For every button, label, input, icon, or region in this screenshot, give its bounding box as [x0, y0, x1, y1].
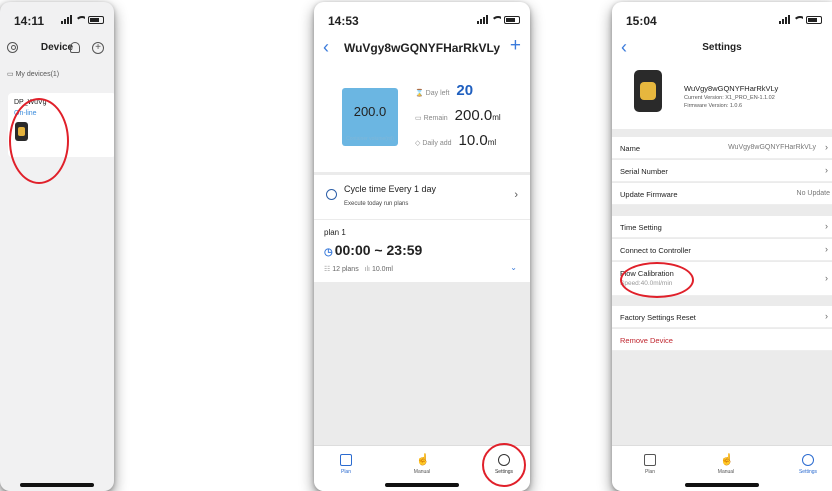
hand-icon: ☝ — [720, 454, 734, 466]
signal-icon — [779, 15, 790, 24]
cycle-title: Cycle time Every 1 day — [344, 184, 437, 194]
chevron-right-icon: › — [825, 244, 828, 254]
signal-icon — [61, 15, 72, 24]
drop-icon: ◇ — [415, 140, 421, 147]
nav-bar: ‹ Settings — [612, 36, 832, 60]
factory-reset-row[interactable]: Factory Settings Reset › — [612, 306, 832, 328]
my-devices-label: ▭ My devices(1) — [7, 71, 60, 78]
signal-icon — [477, 15, 488, 24]
device-info: WuVgy8wGQNYFHarRkVLy Current Version: X1… — [612, 60, 832, 129]
device-list-screen: 14:11 Device + ▭ My devices(1) DP_WuVg O… — [0, 2, 114, 491]
device-summary: 200.0 Container volume(ml) ⌛ Day left 20… — [314, 60, 530, 172]
chevron-down-icon[interactable]: ⌄ — [510, 263, 517, 272]
serial-number-row[interactable]: Serial Number › — [612, 160, 832, 182]
plan-time: ◷ 00:00 ~ 23:59 — [324, 242, 423, 258]
name-value: WuVgy8wGQNYFHarRkVLy — [728, 144, 816, 151]
tab-plan[interactable]: Plan — [630, 454, 670, 475]
remain-stat: ▭ Remain 200.0ml — [415, 107, 501, 124]
device-detail-screen: 14:53 ‹ WuVgy8wGQNYFHarRkVLy + 200.0 Con… — [314, 2, 530, 491]
clock-icon: ◷ — [324, 247, 333, 258]
wifi-icon — [793, 16, 803, 24]
page-title: WuVgy8wGQNYFHarRkVLy — [343, 41, 501, 55]
plan-title: plan 1 — [324, 228, 346, 237]
update-status: No Update — [796, 190, 830, 197]
battery-icon — [88, 16, 104, 24]
day-left-value: 20 — [456, 82, 474, 99]
plan-card[interactable]: plan 1 ◷ 00:00 ~ 23:59 ☷ 12 plans ılı 10.… — [314, 220, 530, 282]
tank-caption: Container volume(ml) — [346, 136, 394, 142]
hourglass-icon: ⌛ — [415, 90, 424, 97]
connect-controller-row[interactable]: Connect to Controller › — [612, 239, 832, 261]
home-indicator — [385, 483, 459, 487]
remain-value: 200.0 — [454, 107, 493, 124]
status-time: 14:53 — [328, 14, 359, 28]
chevron-right-icon: › — [825, 273, 828, 283]
firmware-version: Firmware Version: 1.0.6 — [684, 103, 743, 109]
clock-icon — [326, 189, 337, 200]
plan-icon — [340, 454, 352, 466]
status-bar: 15:04 — [612, 2, 832, 36]
chevron-right-icon: › — [825, 165, 828, 175]
day-left-stat: ⌛ Day left 20 — [415, 82, 474, 99]
chevron-right-icon: › — [514, 189, 518, 201]
dosing-pump-icon — [634, 70, 662, 112]
battery-icon — [504, 16, 520, 24]
settings-screen: 15:04 ‹ Settings WuVgy8wGQNYFHarRkVLy Cu… — [612, 2, 832, 491]
add-plan-icon[interactable]: + — [510, 36, 521, 55]
chevron-right-icon: › — [825, 311, 828, 321]
status-time: 14:11 — [14, 14, 45, 28]
tank-gauge: 200.0 Container volume(ml) — [342, 88, 398, 146]
header: Device + — [0, 36, 114, 60]
tank-value: 200.0 — [353, 104, 387, 119]
status-bar: 14:11 — [0, 2, 114, 36]
hand-icon: ☝ — [416, 454, 430, 466]
name-row[interactable]: Name WuVgy8wGQNYFHarRkVLy › — [612, 137, 832, 159]
home-indicator — [685, 483, 759, 487]
list-icon: ☷ — [324, 266, 331, 273]
tab-manual[interactable]: ☝ Manual — [706, 454, 746, 475]
remove-device-row[interactable]: Remove Device — [612, 329, 832, 351]
chevron-right-icon: › — [825, 221, 828, 231]
device-id: WuVgy8wGQNYFHarRkVLy — [684, 84, 779, 93]
highlight-circle — [482, 443, 526, 487]
container-icon: ▭ — [415, 115, 422, 122]
wifi-icon — [491, 16, 501, 24]
battery-icon — [806, 16, 822, 24]
tab-manual[interactable]: ☝ Manual — [402, 454, 442, 475]
add-device-icon[interactable]: + — [92, 42, 104, 54]
chevron-right-icon: › — [825, 142, 828, 152]
daily-add-stat: ◇ Daily add 10.0ml — [415, 132, 497, 149]
bar-icon: ılı — [364, 266, 370, 273]
current-version: Current Version: X1_PRO_EN-1.1.02 — [684, 95, 775, 101]
status-bar: 14:53 — [314, 2, 530, 36]
page-title: Settings — [702, 42, 742, 53]
plan-icon — [644, 454, 656, 466]
status-time: 15:04 — [626, 14, 657, 28]
gear-icon — [802, 454, 814, 466]
home-indicator — [20, 483, 94, 487]
update-firmware-row[interactable]: Update Firmware No Update — [612, 183, 832, 205]
cycle-subtitle: Execute today run plans — [344, 201, 409, 207]
highlight-circle — [620, 262, 694, 298]
daily-add-value: 10.0 — [458, 132, 488, 149]
cycle-time-row[interactable]: Cycle time Every 1 day Execute today run… — [314, 175, 530, 219]
highlight-circle — [9, 98, 69, 184]
wifi-icon — [75, 16, 85, 24]
tab-plan[interactable]: Plan — [326, 454, 366, 475]
tab-settings[interactable]: Settings — [788, 454, 828, 475]
nav-bar: ‹ WuVgy8wGQNYFHarRkVLy + — [314, 36, 530, 60]
plan-meta: ☷ 12 plans ılı 10.0ml — [324, 266, 393, 273]
notification-icon[interactable] — [70, 42, 80, 53]
time-setting-row[interactable]: Time Setting › — [612, 216, 832, 238]
